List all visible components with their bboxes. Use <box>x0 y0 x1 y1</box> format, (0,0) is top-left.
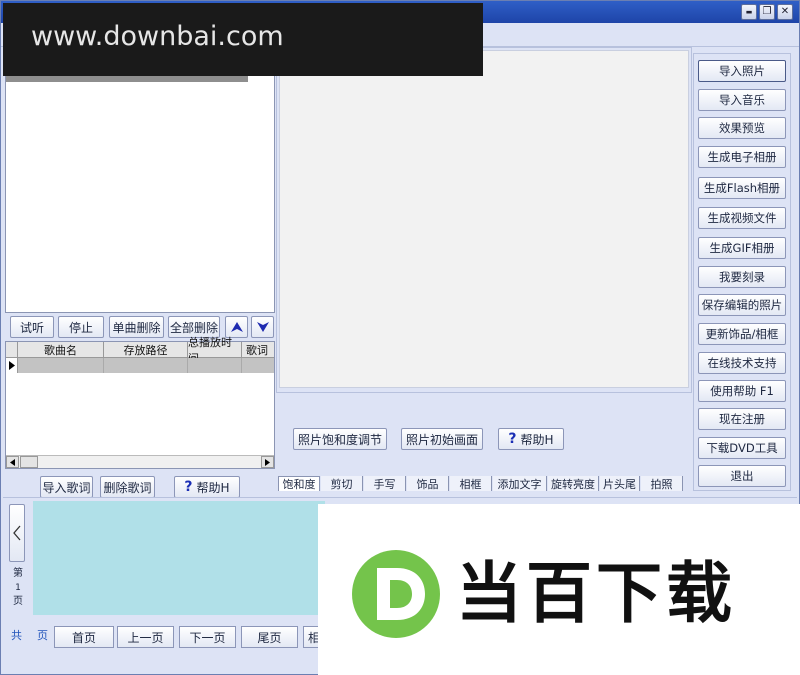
audition-button[interactable]: 试听 <box>10 316 54 338</box>
downbai-logo-icon <box>352 550 440 638</box>
last-page-button[interactable]: 尾页 <box>241 626 298 648</box>
saturation-button[interactable]: 照片饱和度调节 <box>293 428 387 450</box>
row-pointer-icon <box>6 358 18 373</box>
editor-help-label: 帮助H <box>520 432 554 447</box>
page-suffix: 页 <box>13 596 23 607</box>
tab-intro-outro[interactable]: 片头尾 <box>600 476 640 491</box>
prev-page-button[interactable]: 上一页 <box>117 626 174 648</box>
arrow-down-icon <box>256 322 269 332</box>
prev-page-arrow-button[interactable] <box>9 504 25 562</box>
import-photo-button[interactable]: 导入照片 <box>698 60 786 82</box>
tab-add-text[interactable]: 添加文字 <box>493 476 547 491</box>
tab-crop[interactable]: 剪切 <box>321 476 363 491</box>
page-label: 第 <box>13 568 23 579</box>
import-music-button[interactable]: 导入音乐 <box>698 89 786 111</box>
cell-duration <box>188 358 242 373</box>
help-icon: ? <box>508 431 517 447</box>
download-dvd-tool-button[interactable]: 下载DVD工具 <box>698 437 786 459</box>
minimize-icon: ▬ <box>745 7 753 16</box>
editor-help-button[interactable]: ? 帮助H <box>498 428 564 450</box>
song-grid-header: 歌曲名 存放路径 总播放时间 歌词 <box>6 336 274 365</box>
move-down-button[interactable] <box>251 316 274 338</box>
column-duration[interactable]: 总播放时间 <box>188 336 242 365</box>
delete-lyrics-button[interactable]: 删除歌词 <box>100 476 155 498</box>
photo-preview-canvas[interactable] <box>279 50 689 388</box>
import-lyrics-button[interactable]: 导入歌词 <box>40 476 93 498</box>
delete-song-button[interactable]: 单曲删除 <box>109 316 164 338</box>
page-number: 1 <box>15 583 21 593</box>
online-support-button[interactable]: 在线技术支持 <box>698 352 786 374</box>
exit-button[interactable]: 退出 <box>698 465 786 487</box>
help-icon: ? <box>184 479 193 495</box>
scroll-right-button[interactable] <box>261 456 274 468</box>
grid-row-indicator-header <box>6 342 18 357</box>
close-button[interactable]: ✕ <box>777 4 793 20</box>
table-row[interactable] <box>6 358 274 373</box>
stop-button[interactable]: 停止 <box>58 316 104 338</box>
burn-disc-button[interactable]: 我要刻录 <box>698 266 786 288</box>
create-flash-button[interactable]: 生成Flash相册 <box>698 177 786 199</box>
cell-path <box>104 358 188 373</box>
page-indicator: 第 1 页 <box>10 567 26 609</box>
watermark-logo-panel: 当百下载 <box>318 504 800 675</box>
scroll-right-icon <box>265 458 270 466</box>
total-pages-suffix: 页 <box>37 629 48 642</box>
create-video-button[interactable]: 生成视频文件 <box>698 207 786 229</box>
lyrics-help-button[interactable]: ? 帮助H <box>174 476 240 498</box>
watermark-url: www.downbai.com <box>31 21 284 52</box>
chevron-left-icon <box>13 525 21 541</box>
column-song-name[interactable]: 歌曲名 <box>18 342 104 357</box>
thumbnail-strip[interactable] <box>33 501 325 615</box>
scroll-thumb[interactable] <box>20 456 38 468</box>
create-album-button[interactable]: 生成电子相册 <box>698 146 786 168</box>
photo-preview-frame <box>276 47 692 393</box>
scroll-left-icon <box>10 458 15 466</box>
column-lyrics[interactable]: 歌词 <box>242 342 272 357</box>
update-ornaments-button[interactable]: 更新饰品/相框 <box>698 323 786 345</box>
total-pages-label: 共 <box>11 629 22 642</box>
create-gif-button[interactable]: 生成GIF相册 <box>698 237 786 259</box>
tab-saturation[interactable]: 饱和度 <box>278 476 320 491</box>
minimize-button[interactable]: ▬ <box>741 4 757 20</box>
effect-preview-button[interactable]: 效果预览 <box>698 117 786 139</box>
close-icon: ✕ <box>780 6 790 17</box>
arrow-up-icon <box>230 322 243 332</box>
register-button[interactable]: 现在注册 <box>698 408 786 430</box>
tab-frame[interactable]: 相框 <box>450 476 492 491</box>
restore-icon: ❐ <box>762 6 772 17</box>
song-grid[interactable]: 歌曲名 存放路径 总播放时间 歌词 <box>5 336 275 469</box>
music-file-list[interactable] <box>5 47 275 313</box>
save-edited-photo-button[interactable]: 保存编辑的照片 <box>698 294 786 316</box>
next-page-button[interactable]: 下一页 <box>179 626 236 648</box>
watermark-url-banner: www.downbai.com <box>3 3 483 76</box>
tab-ornament[interactable]: 饰品 <box>407 476 449 491</box>
reset-photo-button[interactable]: 照片初始画面 <box>401 428 483 450</box>
restore-button[interactable]: ❐ <box>759 4 775 20</box>
watermark-brand: 当百下载 <box>456 555 736 632</box>
tab-rotate-brightness[interactable]: 旋转亮度 <box>548 476 599 491</box>
help-f1-button[interactable]: 使用帮助 F1 <box>698 380 786 402</box>
first-page-button[interactable]: 首页 <box>54 626 114 648</box>
song-grid-hscrollbar[interactable] <box>6 455 274 468</box>
column-path[interactable]: 存放路径 <box>104 342 188 357</box>
tab-handwriting[interactable]: 手写 <box>364 476 406 491</box>
cell-song-name <box>18 358 104 373</box>
tab-photo-capture[interactable]: 拍照 <box>641 476 683 491</box>
scroll-left-button[interactable] <box>6 456 19 468</box>
lyrics-help-label: 帮助H <box>196 480 230 495</box>
